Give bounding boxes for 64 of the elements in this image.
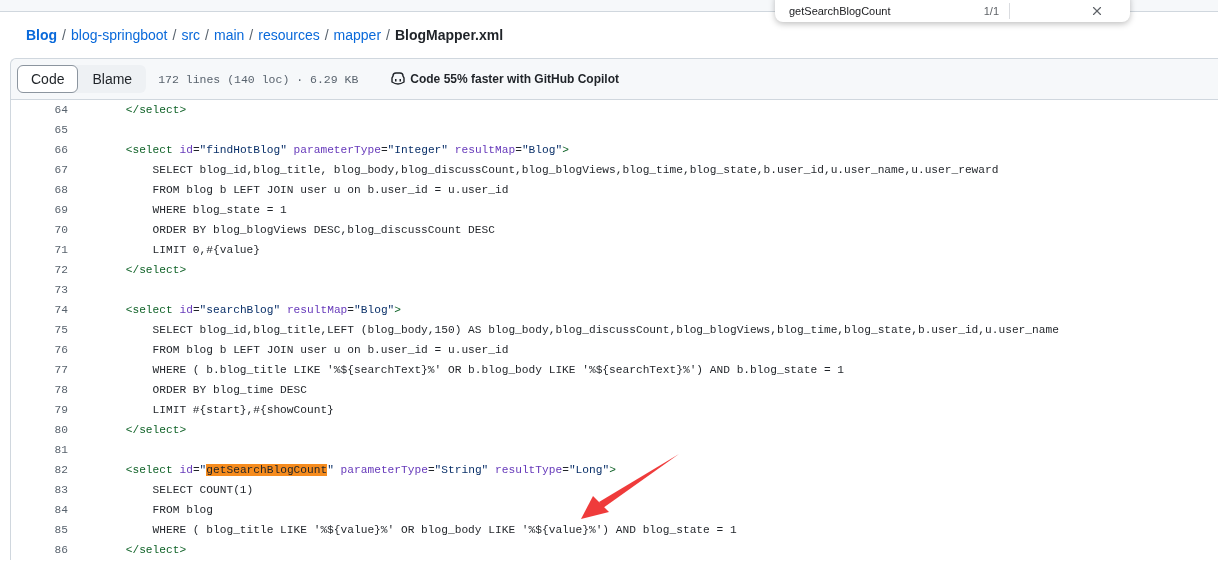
path-separator: / [249,27,254,43]
code-line: SELECT blog_id,blog_title,LEFT (blog_body,150) AS blog_body,blog_discussCount,blog_blogViews,blog_time,blog_state,b.user_id,u.user_name [151,324,1059,336]
code-line: LIMIT 0,#{value} [151,244,260,256]
match-count: 1/1 [982,5,999,17]
line-number: 83 [53,484,68,496]
line-number: 78 [53,384,68,396]
line-number: 75 [53,324,68,336]
code-line: </select> [124,104,187,116]
breadcrumb-link[interactable]: mapper [333,27,382,43]
line-number: 82 [53,464,68,476]
line-number: 79 [53,404,68,416]
line-number: 71 [53,244,68,256]
line-number: 70 [53,224,68,236]
path-separator: / [62,27,66,43]
line-number: 80 [53,424,68,436]
code-line: </select> [124,424,187,436]
code-line: SELECT COUNT(1) [151,484,254,496]
code-line: LIMIT #{start},#{showCount} [151,404,334,416]
code-line: <select id="findHotBlog" parameterType="Integer" resultMap="Blog"> [124,144,569,156]
view-tab[interactable]: Code [17,65,79,93]
code-line: SELECT blog_id,blog_title, blog_body,blog_discussCount,blog_blogViews,blog_time,blog_state,b.user_id,u.user_name,u.user_reward [151,164,999,176]
breadcrumb-link[interactable]: blog-springboot [71,27,168,43]
file-info: 172 lines (140 loc) · 6.29 KB [158,72,359,86]
copilot-icon [390,72,407,86]
code-line: WHERE blog_state = 1 [151,204,287,216]
file-name[interactable]: BlogMapper.xml [394,27,504,43]
breadcrumb-link[interactable]: resources [258,27,320,43]
copilot-link[interactable]: Code 55% faster with GitHub Copilot [390,72,619,86]
code-line: <select id="getSearchBlogCount" parameterType="String" resultType="Long"> [124,464,616,476]
code-line: ORDER BY blog_blogViews DESC,blog_discussCount DESC [151,224,495,236]
close-icon[interactable] [1090,4,1104,18]
code-line: ORDER BY blog_time DESC [151,384,307,396]
line-number: 86 [53,544,68,556]
code-line: WHERE ( blog_title LIKE '%${value}%' OR blog_body LIKE '%${value}%') AND blog_state = 1 [151,524,737,536]
breadcrumb-link[interactable]: src [181,27,201,43]
code-line: </select> [124,264,187,276]
code-line: FROM blog b LEFT JOIN user u on b.user_id = u.user_id [151,184,509,196]
path-separator: / [386,27,390,43]
path-separator: / [172,27,177,43]
line-number: 73 [53,284,68,296]
code-line: <select id="searchBlog" resultMap="Blog"> [124,304,402,316]
code-line: FROM blog b LEFT JOIN user u on b.user_id = u.user_id [151,344,509,356]
line-number: 84 [53,504,68,516]
code-line: </select> [124,544,187,556]
find-input[interactable]: getSearchBlogCount [789,5,949,17]
line-number: 65 [53,124,68,136]
line-number: 85 [53,524,68,536]
path-separator: / [205,27,209,43]
breadcrumb-link[interactable]: main [213,27,245,43]
code-line: FROM blog [151,504,213,516]
line-number: 69 [53,204,68,216]
path-separator: / [324,27,329,43]
line-number: 81 [53,444,68,456]
line-number: 77 [53,364,68,376]
line-number: 66 [53,144,68,156]
line-number: 76 [53,344,68,356]
line-number: 67 [53,164,68,176]
line-number: 74 [53,304,68,316]
view-tab[interactable]: Blame [78,65,147,93]
line-number: 68 [53,184,68,196]
line-number: 72 [53,264,68,276]
breadcrumb-link[interactable]: Blog [26,27,58,43]
line-number: 64 [53,104,68,116]
code-line: WHERE ( b.blog_title LIKE '%${searchText}%' OR b.blog_body LIKE '%${searchText}%') AND b.blog_state = 1 [151,364,845,376]
